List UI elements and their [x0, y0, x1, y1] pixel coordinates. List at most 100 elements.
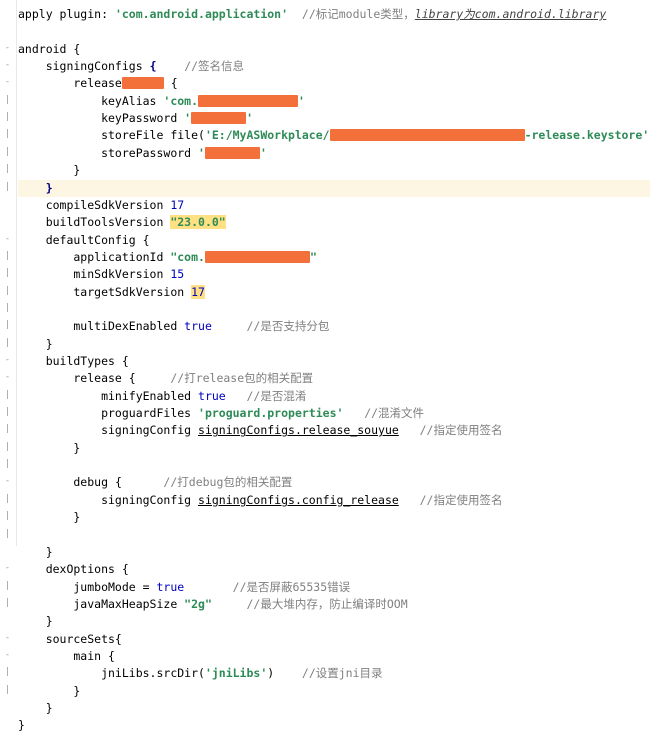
code-token: }	[18, 614, 53, 629]
code-token: //是否支持分包	[246, 319, 330, 334]
code-line: buildToolsVersion "23.0.0"	[18, 214, 226, 231]
fold-region-icon	[3, 321, 12, 330]
fold-collapse-icon[interactable]	[3, 356, 12, 365]
fold-region-icon	[3, 512, 12, 521]
code-editor[interactable]: apply plugin: 'com.android.application' …	[0, 0, 650, 732]
code-token: //设置jni目录	[301, 666, 383, 681]
code-token: 'proguard.properties'	[198, 406, 344, 421]
fold-region-icon	[3, 339, 12, 348]
fold-region-icon	[3, 686, 12, 695]
fold-region-icon	[3, 460, 12, 469]
code-token: {	[149, 59, 157, 74]
fold-collapse-icon[interactable]	[3, 44, 12, 53]
redacted-text	[191, 112, 247, 125]
code-line: apply plugin: 'com.android.application' …	[18, 6, 606, 23]
code-line: jumboMode = true //是否屏蔽65535错误	[18, 579, 350, 596]
code-line: debug { //打debug包的相关配置	[18, 474, 292, 491]
fold-collapse-icon[interactable]	[3, 564, 12, 573]
code-token: }	[18, 718, 25, 733]
code-line: release { //打release包的相关配置	[18, 370, 313, 387]
fold-collapse-icon[interactable]	[3, 61, 12, 70]
fold-collapse-icon[interactable]	[3, 634, 12, 643]
code-token: keyPassword	[18, 111, 185, 126]
fold-region-icon	[3, 443, 12, 452]
code-line: defaultConfig {	[18, 232, 150, 249]
fold-collapse-icon[interactable]	[3, 373, 12, 382]
code-token: keyAlias	[18, 93, 164, 108]
code-token: {	[163, 76, 178, 91]
code-token: //指定使用签名	[419, 492, 503, 507]
code-token: //最大堆内存，防止编译时OOM	[246, 596, 408, 611]
code-token: jumboMode =	[18, 579, 157, 594]
code-line: signingConfig signingConfigs.release_sou…	[18, 422, 502, 439]
code-token: buildToolsVersion	[18, 215, 171, 230]
code-token: )	[267, 666, 275, 681]
code-token: signingConfigs.config_release	[198, 492, 399, 507]
fold-region-icon	[3, 96, 12, 105]
fold-region-icon	[3, 599, 12, 608]
fold-collapse-icon[interactable]	[3, 235, 12, 244]
fold-region-icon	[3, 130, 12, 139]
fold-collapse-icon[interactable]	[3, 651, 12, 660]
code-line: compileSdkVersion 17	[18, 197, 185, 214]
code-token: "2g"	[184, 596, 212, 611]
code-line: storeFile file('E:/MyASWorkplace/ -releas…	[18, 127, 650, 144]
fold-region-icon	[3, 113, 12, 122]
code-token: "	[309, 249, 317, 264]
code-token: jniLibs.srcDir(	[18, 666, 205, 681]
code-token: }	[18, 336, 53, 351]
code-token: storeFile file(	[18, 128, 205, 143]
code-line: }	[18, 509, 80, 526]
editor-gutter[interactable]	[0, 0, 17, 546]
code-token: apply plugin:	[18, 7, 115, 21]
fold-collapse-icon[interactable]	[3, 477, 12, 486]
fold-collapse-icon[interactable]	[3, 78, 12, 87]
code-token: defaultConfig {	[18, 232, 150, 247]
code-line: signingConfig signingConfigs.config_rele…	[18, 492, 502, 509]
code-line: buildTypes {	[18, 353, 129, 370]
code-line: release {	[18, 75, 178, 92]
code-token: debug	[18, 475, 115, 490]
code-token: sourceSets{	[18, 631, 122, 646]
code-token: applicationId	[18, 249, 171, 264]
code-token: -release.keystore'	[524, 128, 650, 143]
fold-region-icon	[3, 668, 12, 677]
code-token: 17	[170, 197, 185, 212]
code-line: minSdkVersion 15	[18, 266, 184, 283]
fold-region-icon	[3, 408, 12, 417]
code-token: release	[18, 76, 122, 91]
code-token: minifyEnabled	[18, 388, 199, 403]
fold-region-icon	[3, 148, 12, 157]
code-line: keyAlias 'com. '	[18, 93, 305, 110]
code-token: javaMaxHeapSize	[18, 596, 185, 611]
code-line: }	[18, 440, 80, 457]
redacted-text	[121, 77, 164, 90]
code-token: multiDexEnabled	[18, 319, 185, 334]
code-token: }	[18, 683, 81, 698]
code-token: proguardFiles	[18, 406, 199, 421]
code-line: }	[18, 336, 53, 353]
code-line: storePassword ' '	[18, 145, 267, 162]
code-token: }	[18, 544, 53, 559]
code-token: true	[198, 388, 226, 403]
code-line: }	[18, 544, 53, 561]
code-token: //标记module类型，	[301, 7, 415, 21]
code-token: storePassword	[18, 145, 199, 160]
redacted-text	[198, 94, 299, 107]
fold-region-icon	[3, 287, 12, 296]
code-token: {	[128, 371, 136, 386]
code-token: {	[114, 475, 122, 490]
redacted-text	[204, 250, 310, 263]
code-line: }	[18, 613, 53, 630]
code-token: signingConfig	[18, 492, 199, 507]
fold-region-icon	[3, 269, 12, 278]
code-line: targetSdkVersion 17	[18, 284, 205, 301]
